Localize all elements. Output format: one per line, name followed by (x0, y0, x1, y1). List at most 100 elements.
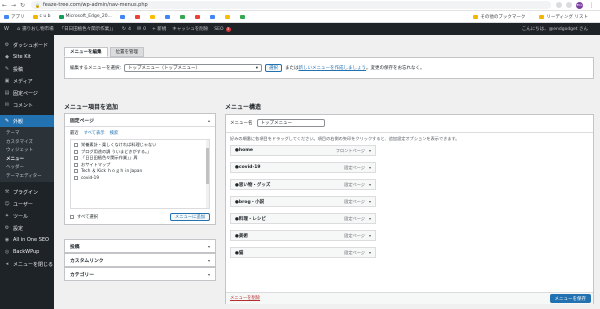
sidebar-item[interactable]: ⚙ 設定 (0, 222, 54, 234)
save-menu-button[interactable]: メニューを保存 (549, 294, 591, 303)
menu-item[interactable]: ●美術 固定ページ ▾ (230, 230, 376, 241)
select-all[interactable]: すべて選択 (70, 214, 98, 220)
bookmark-item[interactable] (194, 14, 202, 19)
menu-item[interactable]: ●brog・小説 固定ページ ▾ (230, 196, 376, 207)
subtab-recent[interactable]: 最近 (70, 130, 79, 136)
page-option[interactable]: 「日日田植色々関示作業」」周 (74, 155, 206, 161)
page-checkbox[interactable] (74, 143, 78, 147)
account-greeting[interactable]: こんにちは、@endgodget さん (522, 26, 594, 32)
sidebar-item-appearance[interactable]: ✎ 外観 (0, 115, 54, 127)
bookmark-item[interactable] (164, 14, 172, 19)
page-option[interactable]: 栄養素計・楽しくなければ料理じゃない (74, 142, 206, 148)
chevron-down-icon[interactable]: ▾ (369, 165, 371, 170)
clear-cache-button[interactable]: キャッシュを削除 (172, 26, 208, 32)
page-option[interactable]: Tech ＆ Kick ｈｏｇｈ in Japan (74, 168, 206, 174)
sidebar-item[interactable]: ▤ 固定ページ (0, 87, 54, 99)
pages-scrollbar[interactable] (206, 140, 209, 208)
other-bookmarks[interactable]: その他のブックマーク (473, 14, 525, 20)
home-icon[interactable]: ⌂ 揚りおし物市場 (17, 26, 54, 32)
submenu-item[interactable]: メニュー (0, 155, 54, 164)
sidebar-item[interactable]: ✎ 投稿 (0, 63, 54, 75)
add-to-menu-button[interactable]: メニューに追加 (169, 213, 210, 221)
bookmark-item[interactable]: c u b (32, 14, 51, 19)
seo-menu[interactable]: SEO 3 (214, 26, 231, 32)
subtab-all[interactable]: すべて表示 (84, 130, 105, 136)
back-icon[interactable]: ← (0, 2, 9, 9)
page-checkbox[interactable] (74, 175, 78, 180)
select-all-checkbox[interactable] (70, 215, 74, 219)
avatar[interactable]: ECL (576, 1, 583, 9)
submenu-item[interactable]: ヘッダー (0, 163, 54, 172)
page-checkbox[interactable] (74, 162, 78, 167)
menu-structure-heading: メニュー構造 (225, 104, 262, 111)
sidebar-item[interactable]: ✦ ツール (0, 210, 54, 222)
chevron-down-icon[interactable]: ▾ (369, 199, 371, 204)
menu-name-label: メニュー名 (230, 121, 253, 126)
submenu-item[interactable]: テーマエディター (0, 172, 54, 181)
forward-icon[interactable]: → (9, 2, 18, 9)
bookmark-item[interactable] (134, 14, 142, 19)
site-name[interactable]: 「日日田植色々関示作業」」 (60, 26, 116, 32)
menu-item[interactable]: ●home フロントページ ▾ (230, 145, 376, 156)
comments-count[interactable]: ✉ 0 (137, 26, 146, 32)
delete-menu-link[interactable]: メニューを削除 (230, 295, 260, 301)
menu-item[interactable]: ●料理・レシピ 固定ページ ▾ (230, 213, 376, 224)
sidebar-item[interactable]: ▣ メディア (0, 75, 54, 87)
chevron-down-icon[interactable]: ▾ (369, 182, 371, 187)
bookmark-item[interactable]: アプリ (4, 14, 25, 20)
extension-icon[interactable] (556, 2, 562, 8)
bookmark-item[interactable] (224, 14, 232, 19)
menu-item[interactable]: ●covid-19 固定ページ ▾ (230, 162, 376, 173)
sidebar-item[interactable]: ◆ Site Kit (0, 51, 54, 63)
select-button[interactable]: 選択 (265, 64, 283, 72)
pages-accordion-header[interactable]: 固定ページ ▴ (65, 114, 215, 126)
url-field[interactable]: 🔒 feaze-tree.com/wp-admin/nav-menus.php (31, 1, 551, 9)
updates-count[interactable]: ↻ 4 (122, 26, 131, 32)
bookmark-item[interactable] (119, 14, 127, 19)
sidebar-item[interactable]: ✉ コメント (0, 99, 54, 111)
page-option[interactable]: covid-19 (74, 175, 206, 181)
sidebar-item[interactable]: ☺ ユーザー (0, 198, 54, 210)
subtab-search[interactable]: 検索 (110, 130, 119, 136)
star-icon[interactable] (566, 2, 572, 8)
sidebar-item[interactable]: ⚒ プラグイン (0, 186, 54, 198)
chevron-down-icon[interactable]: ▾ (369, 148, 371, 153)
custom-links-accordion-header[interactable]: カスタムリンク ▾ (65, 254, 215, 266)
sidebar-item[interactable]: ◎ BackWPup (0, 246, 54, 258)
tab-manage-locations[interactable]: 位置を管理 (109, 47, 144, 57)
more-icon[interactable]: ⋮ (587, 2, 596, 9)
bookmark-item[interactable] (239, 14, 247, 19)
submenu-item[interactable]: カスタマイズ (0, 138, 54, 147)
submenu-item[interactable]: ウィジェット (0, 146, 54, 155)
tab-edit-menus[interactable]: メニューを編集 (64, 47, 108, 57)
sidebar-item[interactable]: ⚙ ダッシュボード (0, 39, 54, 51)
bookmark-item[interactable] (149, 14, 157, 19)
bookmark-icon (194, 14, 200, 19)
chevron-down-icon[interactable]: ▾ (369, 233, 371, 238)
new-content-button[interactable]: + 新規 (152, 26, 166, 32)
menu-item[interactable]: ●猫 固定ページ ▾ (230, 247, 376, 258)
bookmark-item[interactable] (179, 14, 187, 19)
menu-item-type: フロントページ (335, 147, 365, 153)
page-checkbox[interactable] (74, 156, 78, 160)
bookmark-item[interactable] (209, 14, 217, 19)
menu-item[interactable]: ●思い物・グッズ 固定ページ ▾ (230, 179, 376, 190)
bookmark-item[interactable]: Microsoft_Edge_20... (58, 14, 112, 19)
menu-name-input[interactable]: トップメニュー (256, 119, 325, 127)
chevron-down-icon[interactable]: ▾ (369, 216, 371, 221)
reading-list[interactable]: リーディング リスト (539, 14, 588, 20)
create-menu-link[interactable]: 新しいメニューを作成しましょう (299, 65, 367, 71)
reload-icon[interactable]: ↻ (18, 2, 27, 9)
sidebar-item[interactable]: ◂ メニューを閉じる (0, 258, 54, 270)
page-option[interactable]: ブログ用途の調 ういまどきがする。」 (74, 149, 206, 155)
posts-accordion-header[interactable]: 投稿 ▾ (65, 240, 215, 252)
page-checkbox[interactable] (74, 169, 78, 173)
wp-logo-icon[interactable]: W (4, 26, 11, 32)
categories-accordion-header[interactable]: カテゴリー ▾ (65, 268, 215, 280)
page-checkbox[interactable] (74, 149, 78, 154)
sidebar-item[interactable]: ◉ All in One SEO (0, 234, 54, 246)
page-option[interactable]: おサイトマップ (74, 162, 206, 168)
menu-select[interactable]: トップメニュー（トップメニュー） ▾ (124, 64, 263, 72)
chevron-down-icon[interactable]: ▾ (369, 250, 371, 255)
submenu-item[interactable]: テーマ (0, 129, 54, 138)
